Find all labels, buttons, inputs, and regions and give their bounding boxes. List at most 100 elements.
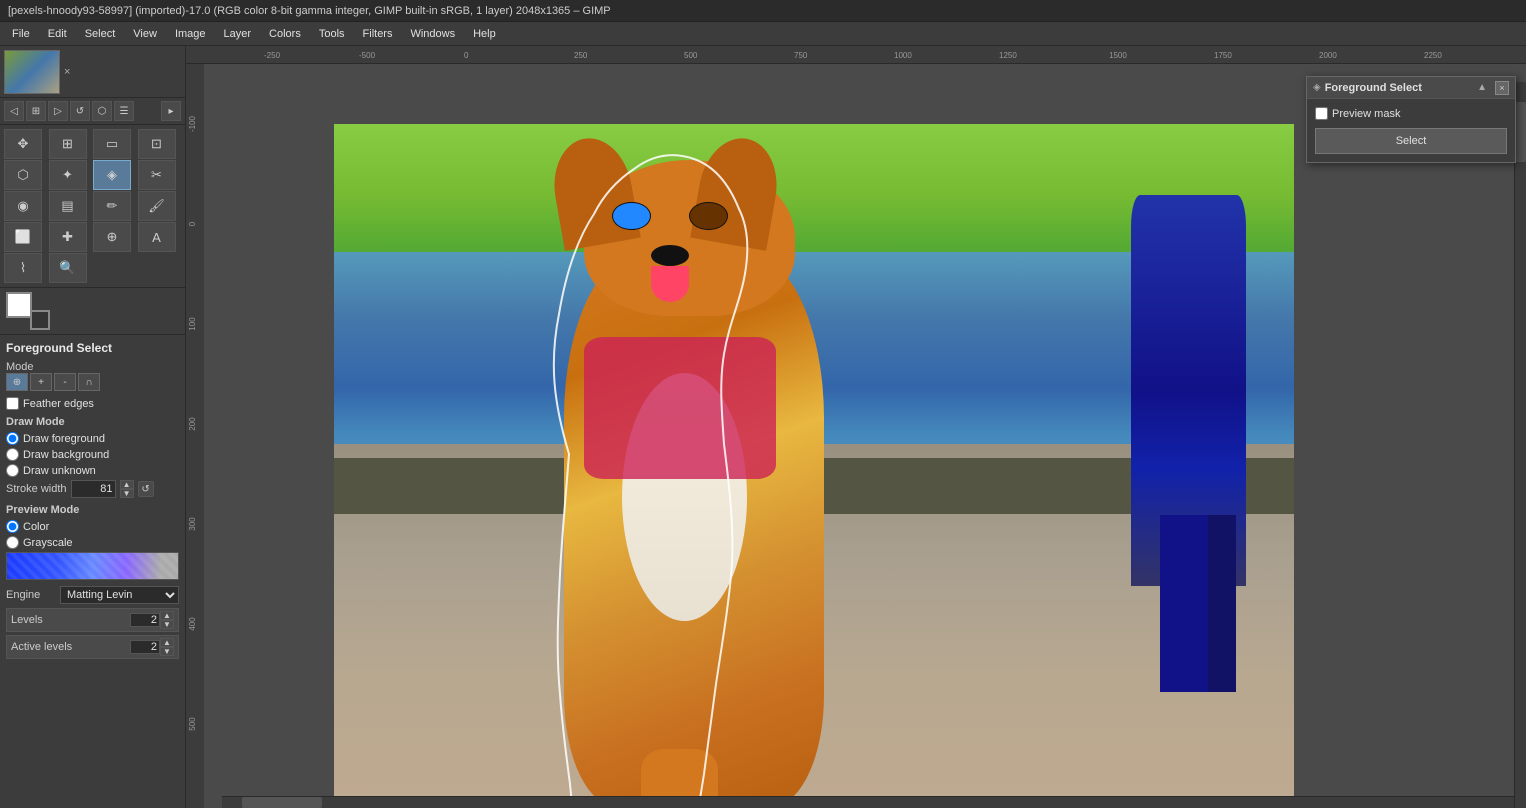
engine-label: Engine: [6, 589, 56, 601]
svg-text:1250: 1250: [999, 51, 1017, 60]
stroke-width-label: Stroke width: [6, 483, 67, 495]
vertical-scrollbar[interactable]: [1514, 82, 1526, 808]
menu-file[interactable]: File: [4, 26, 38, 42]
tool-fg-select[interactable]: ◈: [93, 160, 131, 190]
levels-input[interactable]: [130, 613, 160, 627]
feather-edges-checkbox[interactable]: [6, 397, 19, 410]
preview-grayscale-label: Grayscale: [23, 537, 73, 549]
nav-prev-btn[interactable]: ◁: [4, 101, 24, 121]
foreground-color[interactable]: [6, 292, 32, 318]
stroke-refresh-btn[interactable]: ↺: [138, 481, 154, 497]
mode-label: Mode: [6, 361, 34, 373]
tool-paths[interactable]: ⌇: [4, 253, 42, 283]
engine-row: Engine Matting Levin Global Matting: [6, 586, 179, 604]
tool-align[interactable]: ⊞: [49, 129, 87, 159]
draw-unknown-radio[interactable]: [6, 464, 19, 477]
stroke-width-input[interactable]: [71, 480, 116, 498]
select-button[interactable]: Select: [1315, 128, 1507, 154]
ruler-left: -100 0 100 200 300 400 500: [186, 64, 204, 808]
svg-text:-100: -100: [188, 115, 197, 132]
stroke-down-btn[interactable]: ▼: [120, 489, 134, 498]
svg-text:0: 0: [464, 51, 469, 60]
nav-expand-btn[interactable]: ▸: [161, 101, 181, 121]
menu-filters[interactable]: Filters: [355, 26, 401, 42]
vert-scroll-thumb[interactable]: [1515, 102, 1526, 162]
nav-images-btn[interactable]: ⊞: [26, 101, 46, 121]
stroke-up-btn[interactable]: ▲: [120, 480, 134, 489]
menu-view[interactable]: View: [125, 26, 165, 42]
svg-text:100: 100: [188, 317, 197, 331]
background-color[interactable]: [30, 310, 50, 330]
tool-text[interactable]: A: [138, 222, 176, 252]
mode-intersect-btn[interactable]: ∩: [78, 373, 100, 391]
tool-scissors[interactable]: ✂: [138, 160, 176, 190]
menu-help[interactable]: Help: [465, 26, 504, 42]
tool-paint-bucket[interactable]: ◉: [4, 191, 42, 221]
svg-text:-500: -500: [359, 51, 376, 60]
draw-fg-label: Draw foreground: [23, 433, 105, 445]
preview-mask-row: Preview mask: [1315, 107, 1507, 120]
tool-free-select[interactable]: ⬡: [4, 160, 42, 190]
menu-tools[interactable]: Tools: [311, 26, 353, 42]
menu-image[interactable]: Image: [167, 26, 214, 42]
menu-colors[interactable]: Colors: [261, 26, 309, 42]
menu-select[interactable]: Select: [77, 26, 124, 42]
horiz-scroll-thumb[interactable]: [242, 797, 322, 808]
preview-color-label: Color: [23, 521, 49, 533]
tool-clone[interactable]: ⊕: [93, 222, 131, 252]
svg-text:1750: 1750: [1214, 51, 1232, 60]
tool-transform[interactable]: ⊡: [138, 129, 176, 159]
svg-text:400: 400: [188, 617, 197, 631]
menu-layer[interactable]: Layer: [216, 26, 260, 42]
menu-edit[interactable]: Edit: [40, 26, 75, 42]
nav-refresh-btn[interactable]: ↺: [70, 101, 90, 121]
levels-up-btn[interactable]: ▲: [160, 611, 174, 620]
tool-pencil[interactable]: ✏: [93, 191, 131, 221]
tool-image-area: ×: [0, 46, 185, 98]
tool-brush[interactable]: 🖌: [138, 191, 176, 221]
nav-next-btn[interactable]: ▷: [48, 101, 68, 121]
draw-fg-row: Draw foreground: [6, 432, 179, 445]
mode-replace-btn[interactable]: ⊕: [6, 373, 28, 391]
title-text: [pexels-hnoody93-58997] (imported)-17.0 …: [8, 5, 611, 17]
image-container: [334, 124, 1294, 808]
tool-eraser[interactable]: ⬜: [4, 222, 42, 252]
active-levels-input[interactable]: [130, 640, 160, 654]
title-bar: [pexels-hnoody93-58997] (imported)-17.0 …: [0, 0, 1526, 22]
draw-bg-row: Draw background: [6, 448, 179, 461]
image-canvas[interactable]: [204, 64, 1526, 808]
svg-text:300: 300: [188, 517, 197, 531]
preview-grayscale-radio[interactable]: [6, 536, 19, 549]
tool-blend[interactable]: ▤: [49, 191, 87, 221]
canvas-background: [204, 64, 1514, 796]
color-swatches: [6, 292, 50, 330]
tool-crop[interactable]: ▭: [93, 129, 131, 159]
preview-mask-checkbox[interactable]: [1315, 107, 1328, 120]
dialog-close-btn[interactable]: ×: [1495, 81, 1509, 95]
tool-move[interactable]: ✥: [4, 129, 42, 159]
image-thumbnail[interactable]: [4, 50, 60, 94]
draw-bg-radio[interactable]: [6, 448, 19, 461]
canvas-area: -250 -500 0 250 500 750 1000 1250 1500 1…: [186, 46, 1526, 808]
active-levels-up-btn[interactable]: ▲: [160, 638, 174, 647]
draw-fg-radio[interactable]: [6, 432, 19, 445]
levels-down-btn[interactable]: ▼: [160, 620, 174, 629]
preview-color-radio[interactable]: [6, 520, 19, 533]
close-thumb[interactable]: ×: [64, 66, 70, 78]
mode-add-btn[interactable]: +: [30, 373, 52, 391]
dialog-up-icon[interactable]: ▲: [1477, 82, 1487, 93]
active-levels-down-btn[interactable]: ▼: [160, 647, 174, 656]
grayscale-radio-row: Grayscale: [6, 536, 179, 549]
menu-windows[interactable]: Windows: [402, 26, 463, 42]
mode-subtract-btn[interactable]: -: [54, 373, 76, 391]
nav-zoom-btn[interactable]: ⬡: [92, 101, 112, 121]
svg-text:0: 0: [188, 221, 197, 226]
fg-select-content: Preview mask Select: [1307, 99, 1515, 162]
tool-fuzzy[interactable]: ✦: [49, 160, 87, 190]
nav-settings-btn[interactable]: ☰: [114, 101, 134, 121]
tool-heal[interactable]: ✚: [49, 222, 87, 252]
svg-text:500: 500: [684, 51, 698, 60]
horizontal-scrollbar[interactable]: [222, 796, 1514, 808]
engine-select[interactable]: Matting Levin Global Matting: [60, 586, 179, 604]
tool-zoom[interactable]: 🔍: [49, 253, 87, 283]
